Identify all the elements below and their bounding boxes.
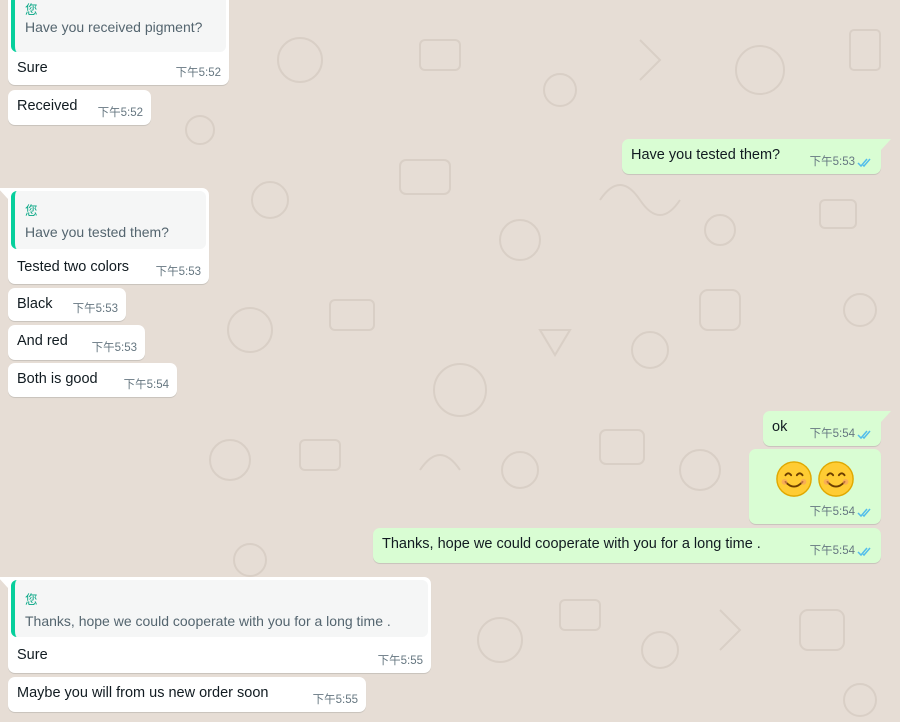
incoming-message[interactable]: And red 下午5:53 bbox=[8, 325, 145, 360]
message-text: Received bbox=[17, 98, 78, 114]
bubble-tail bbox=[0, 188, 8, 199]
message-time: 下午5:54 bbox=[809, 506, 855, 518]
read-double-check-icon bbox=[857, 430, 871, 440]
message-text: Sure bbox=[17, 60, 48, 76]
message-time: 下午5:55 bbox=[377, 655, 423, 667]
quoted-message[interactable]: 您 Have you tested them? bbox=[11, 191, 206, 249]
message-time: 下午5:55 bbox=[312, 694, 358, 706]
message-text: Black bbox=[17, 296, 53, 312]
quoted-message[interactable]: 您 Have you received pigment? bbox=[11, 0, 226, 52]
message-text: And red bbox=[17, 333, 68, 349]
message-list: 您 Have you received pigment? Sure 下午5:52… bbox=[0, 0, 900, 722]
message-text: Have you tested them? bbox=[631, 147, 781, 163]
bubble-tail bbox=[881, 411, 891, 422]
incoming-message[interactable]: 您 Thanks, hope we could cooperate with y… bbox=[8, 577, 431, 673]
incoming-message[interactable]: Maybe you will from us new order soon 下午… bbox=[8, 677, 366, 712]
message-time: 下午5:53 bbox=[72, 303, 118, 315]
message-time: 下午5:54 bbox=[809, 428, 855, 440]
read-double-check-icon bbox=[857, 158, 871, 168]
quote-author: 您 bbox=[25, 593, 38, 607]
message-text: Thanks, hope we could cooperate with you… bbox=[382, 536, 761, 552]
message-text: Tested two colors bbox=[17, 259, 130, 275]
outgoing-message[interactable]: Have you tested them? 下午5:53 bbox=[622, 139, 881, 174]
message-text: Sure bbox=[17, 647, 48, 663]
message-time: 下午5:53 bbox=[809, 156, 855, 168]
message-text: Both is good bbox=[17, 371, 98, 387]
message-time: 下午5:52 bbox=[175, 67, 221, 79]
incoming-message[interactable]: 您 Have you received pigment? Sure 下午5:52 bbox=[8, 0, 229, 85]
quote-text: Have you tested them? bbox=[25, 224, 169, 240]
quote-text: Have you received pigment? bbox=[25, 19, 203, 35]
read-double-check-icon bbox=[857, 508, 871, 518]
outgoing-emoji-message[interactable]: 下午5:54 bbox=[749, 449, 881, 524]
smiling-face-icon bbox=[776, 461, 812, 497]
smiling-face-icon bbox=[818, 461, 854, 497]
message-text: ok bbox=[772, 419, 788, 435]
quote-author: 您 bbox=[25, 204, 38, 218]
quote-text: Thanks, hope we could cooperate with you… bbox=[25, 613, 391, 629]
bubble-tail bbox=[881, 139, 891, 150]
quote-author: 您 bbox=[25, 3, 38, 17]
incoming-message[interactable]: Black 下午5:53 bbox=[8, 288, 126, 321]
message-time: 下午5:54 bbox=[809, 545, 855, 557]
message-time: 下午5:54 bbox=[123, 379, 169, 391]
message-text: Maybe you will from us new order soon bbox=[17, 685, 269, 701]
read-double-check-icon bbox=[857, 547, 871, 557]
outgoing-message[interactable]: ok 下午5:54 bbox=[763, 411, 881, 446]
bubble-tail bbox=[0, 577, 8, 588]
incoming-message[interactable]: Received 下午5:52 bbox=[8, 90, 151, 125]
quoted-message[interactable]: 您 Thanks, hope we could cooperate with y… bbox=[11, 580, 428, 637]
incoming-message[interactable]: Both is good 下午5:54 bbox=[8, 363, 177, 397]
message-time: 下午5:52 bbox=[97, 107, 143, 119]
incoming-message[interactable]: 您 Have you tested them? Tested two color… bbox=[8, 188, 209, 284]
outgoing-message[interactable]: Thanks, hope we could cooperate with you… bbox=[373, 528, 881, 563]
message-time: 下午5:53 bbox=[155, 266, 201, 278]
message-time: 下午5:53 bbox=[91, 342, 137, 354]
